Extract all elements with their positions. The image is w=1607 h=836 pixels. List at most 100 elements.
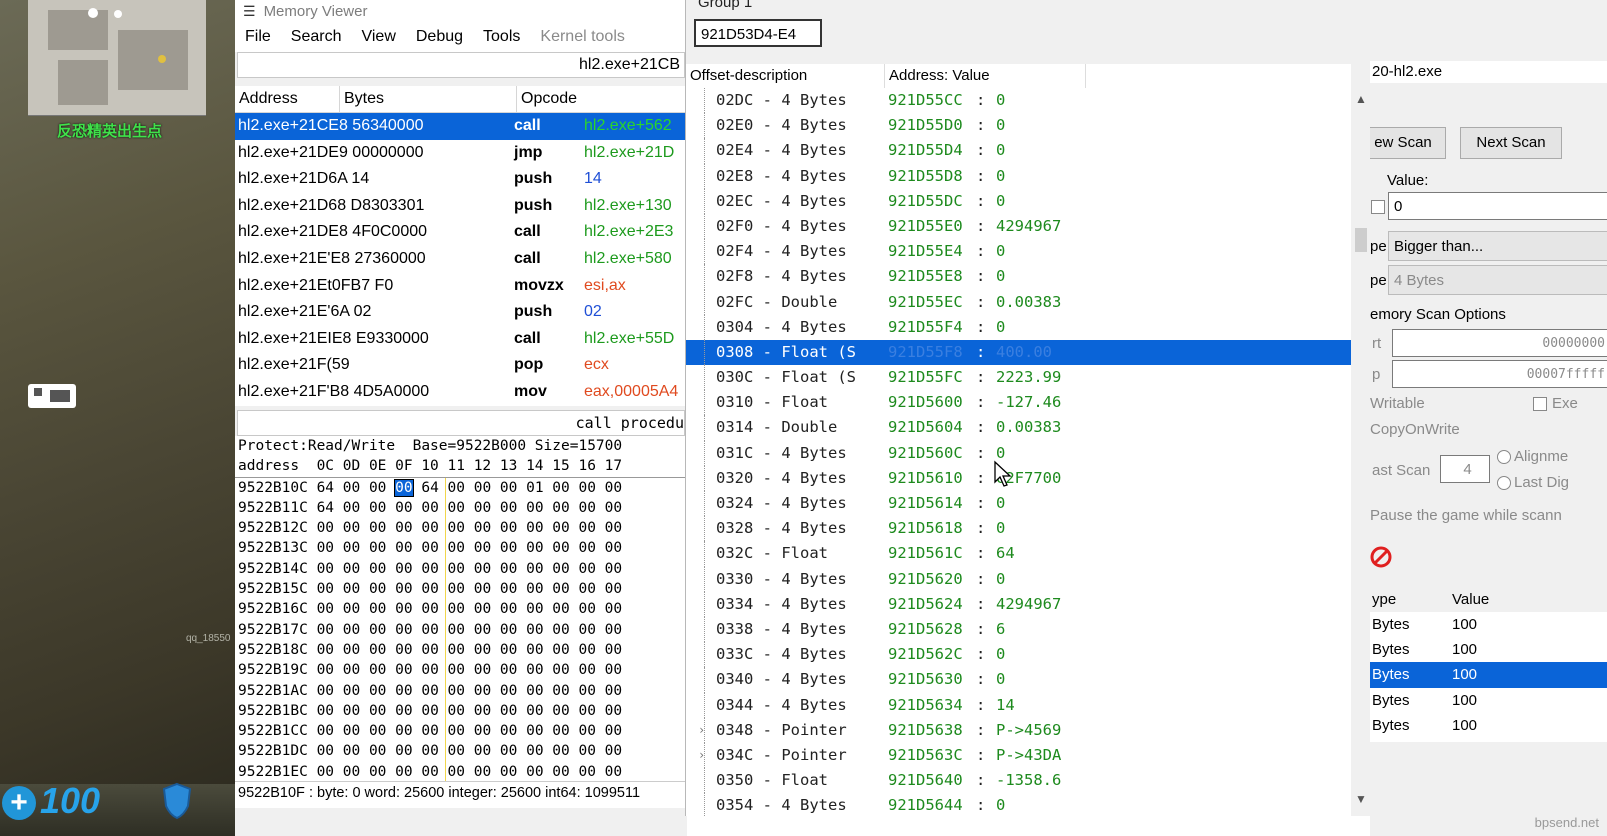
structure-row[interactable]: 031C - 4 Bytes 921D560C:0	[686, 440, 1351, 466]
hex-row[interactable]: 9522B1EC 00 00 00 00 00 00 00 00 00 00 0…	[235, 762, 687, 781]
structure-row[interactable]: 0330 - 4 Bytes 921D5620:0	[686, 566, 1351, 592]
fast-scan-input[interactable]: 4	[1440, 455, 1490, 483]
menu-debug[interactable]: Debug	[406, 28, 473, 46]
structure-scrollbar[interactable]: ▲ ▼	[1351, 88, 1371, 816]
structure-row[interactable]: 02F4 - 4 Bytes 921D55E4:0	[686, 239, 1351, 265]
expand-chevron-icon[interactable]: ›	[698, 718, 705, 743]
hex-row[interactable]: 9522B13C 00 00 00 00 00 00 00 00 00 00 0…	[235, 538, 687, 558]
structure-row[interactable]: 032C - Float 921D561C:64	[686, 541, 1351, 567]
hex-row[interactable]: 9522B14C 00 00 00 00 00 00 00 00 00 00 0…	[235, 559, 687, 579]
address-list-row[interactable]: Bytes 100	[1370, 713, 1607, 738]
disasm-row[interactable]: hl2.exe+21CE8 56340000 call hl2.exe+562	[235, 113, 687, 140]
structure-row[interactable]: 0344 - 4 Bytes 921D5634:14	[686, 692, 1351, 718]
structure-row[interactable]: 0340 - 4 Bytes 921D5630:0	[686, 667, 1351, 693]
hex-selected-byte[interactable]: 00	[394, 478, 414, 497]
structure-row[interactable]: 0354 - 4 Bytes 921D5644:0	[686, 793, 1351, 816]
structure-row[interactable]: 033C - 4 Bytes 921D562C:0	[686, 642, 1351, 668]
disasm-row[interactable]: hl2.exe+21F'B8 4D5A0000 mov eax,00005A4	[235, 378, 687, 406]
structure-row[interactable]: 0304 - 4 Bytes 921D55F4:0	[686, 314, 1351, 340]
hex-rows[interactable]: 9522B10C 64 00 00 00 64 00 00 00 01 00 0…	[235, 478, 687, 781]
hex-checkbox[interactable]	[1371, 200, 1385, 214]
menu-tools[interactable]: Tools	[473, 28, 530, 46]
col-bytes[interactable]: Bytes	[340, 86, 517, 112]
col-type[interactable]: ype	[1370, 588, 1452, 612]
group-address-input[interactable]: 921D53D4-E4	[694, 19, 822, 47]
hex-row[interactable]: 9522B15C 00 00 00 00 00 00 00 00 00 00 0…	[235, 579, 687, 599]
scan-type-dropdown[interactable]: Bigger than...	[1388, 231, 1607, 261]
executable-checkbox[interactable]	[1533, 397, 1547, 411]
structure-row[interactable]: 0324 - 4 Bytes 921D5614:0	[686, 491, 1351, 517]
col-address-value[interactable]: Address: Value	[885, 64, 1086, 88]
disasm-row[interactable]: hl2.exe+21DE9 00000000 jmp hl2.exe+21D	[235, 139, 687, 167]
disasm-row[interactable]: hl2.exe+21D6A 14 push 14	[235, 166, 687, 193]
disasm-row[interactable]: hl2.exe+21F(59 pop ecx	[235, 352, 687, 379]
stop-icon[interactable]	[1370, 546, 1392, 568]
structure-row[interactable]: 02F8 - 4 Bytes 921D55E8:0	[686, 264, 1351, 290]
address-list-row[interactable]: Bytes 100	[1370, 688, 1607, 713]
hex-row[interactable]: 9522B1DC 00 00 00 00 00 00 00 00 00 00 0…	[235, 741, 687, 761]
next-scan-button[interactable]: Next Scan	[1460, 127, 1562, 159]
disasm-row[interactable]: hl2.exe+21Et0FB7 F0 movzx esi,ax	[235, 272, 687, 300]
disasm-row[interactable]: hl2.exe+21DE8 4F0C0000 call hl2.exe+2E3	[235, 219, 687, 246]
hex-row[interactable]: 9522B12C 00 00 00 00 00 00 00 00 00 00 0…	[235, 518, 687, 538]
expand-chevron-icon[interactable]: ›	[698, 743, 705, 768]
disasm-row[interactable]: hl2.exe+21D68 D8303301 push hl2.exe+130	[235, 192, 687, 220]
hex-view[interactable]: Protect:Read/Write Base=9522B000 Size=15…	[235, 436, 687, 781]
address-list[interactable]: Bytes 100 Bytes 100 Bytes 100 Bytes 100 Bytes 100	[1370, 612, 1607, 742]
start-address-input[interactable]: 00000000	[1392, 329, 1607, 357]
structure-row[interactable]: 0314 - Double 921D5604:0.00383	[686, 415, 1351, 441]
hex-row[interactable]: 9522B19C 00 00 00 00 00 00 00 00 00 00 0…	[235, 660, 687, 680]
structure-row[interactable]: 02FC - Double 921D55EC:0.00383	[686, 289, 1351, 315]
structure-row[interactable]: 0328 - 4 Bytes 921D5618:0	[686, 516, 1351, 542]
stop-address-input[interactable]: 00007fffff	[1392, 360, 1607, 388]
structure-row[interactable]: 02E0 - 4 Bytes 921D55D0:0	[686, 113, 1351, 139]
structure-row[interactable]: 02DC - 4 Bytes 921D55CC:0	[686, 88, 1351, 114]
structure-row[interactable]: 0320 - 4 Bytes 921D5610:02F7700	[686, 465, 1351, 491]
last-digits-radio[interactable]	[1497, 476, 1511, 490]
hex-row[interactable]: 9522B1BC 00 00 00 00 00 00 00 00 00 00 0…	[235, 701, 687, 721]
hex-row[interactable]: 9522B10C 64 00 00 00 64 00 00 00 01 00 0…	[235, 478, 687, 498]
hex-row[interactable]: 9522B11C 64 00 00 00 00 00 00 00 00 00 0…	[235, 498, 687, 518]
structure-row[interactable]: 0334 - 4 Bytes 921D5624:4294967	[686, 591, 1351, 617]
structure-row[interactable]: 030C - Float (S 921D55FC:2223.99	[686, 365, 1351, 391]
writable-label[interactable]: Writable	[1370, 395, 1425, 412]
disasm-row[interactable]: hl2.exe+21EIE8 E9330000 call hl2.exe+55D	[235, 325, 687, 353]
address-list-row[interactable]: Bytes 100	[1370, 662, 1607, 688]
scroll-thumb[interactable]	[1355, 228, 1367, 252]
address-list-row[interactable]: Bytes 100	[1370, 637, 1607, 662]
new-scan-button[interactable]: ew Scan	[1370, 127, 1446, 159]
menu-kernel-tools[interactable]: Kernel tools	[530, 28, 635, 46]
col-offset-description[interactable]: Offset-description	[686, 64, 885, 88]
hex-row[interactable]: 9522B1CC 00 00 00 00 00 00 00 00 00 00 0…	[235, 721, 687, 741]
structure-row[interactable]: 0310 - Float 921D5600: -127.46	[686, 390, 1351, 416]
structure-row[interactable]: › 034C - Pointer 921D563C: P->43DA	[686, 742, 1351, 769]
value-type-dropdown[interactable]: 4 Bytes	[1388, 265, 1607, 295]
pause-game-label[interactable]: Pause the game while scann	[1370, 507, 1562, 524]
col-value[interactable]: Value	[1452, 588, 1607, 612]
fast-scan-label[interactable]: ast Scan	[1372, 462, 1430, 479]
disasm-row[interactable]: hl2.exe+21E'E8 27360000 call hl2.exe+580	[235, 245, 687, 273]
disasm-row[interactable]: hl2.exe+21E'6A 02 push 02	[235, 299, 687, 326]
col-opcode[interactable]: Opcode	[517, 86, 687, 112]
scroll-down-icon[interactable]: ▼	[1355, 792, 1367, 806]
hex-row[interactable]: 9522B16C 00 00 00 00 00 00 00 00 00 00 0…	[235, 599, 687, 619]
structure-row[interactable]: 02E4 - 4 Bytes 921D55D4:0	[686, 138, 1351, 164]
alignment-radio[interactable]	[1497, 450, 1511, 464]
structure-row[interactable]: 0350 - Float 921D5640: -1358.6	[686, 768, 1351, 794]
menu-view[interactable]: View	[351, 28, 405, 46]
structure-row[interactable]: 0308 - Float (S 921D55F8:400.00	[686, 339, 1351, 366]
structure-list[interactable]: 02DC - 4 Bytes 921D55CC:0 02E0 - 4 Bytes 92…	[686, 88, 1351, 816]
hex-row[interactable]: 9522B1AC 00 00 00 00 00 00 00 00 00 00 0…	[235, 681, 687, 701]
structure-row[interactable]: 0338 - 4 Bytes 921D5628:6	[686, 616, 1351, 643]
structure-row[interactable]: 02E8 - 4 Bytes 921D55D8:0	[686, 163, 1351, 189]
col-address[interactable]: Address	[235, 86, 340, 112]
menu-search[interactable]: Search	[281, 28, 352, 46]
hex-row[interactable]: 9522B17C 00 00 00 00 00 00 00 00 00 00 0…	[235, 620, 687, 640]
copy-on-write-label[interactable]: CopyOnWrite	[1370, 421, 1460, 438]
disassembler-list[interactable]: hl2.exe+21CE8 56340000 call hl2.exe+562 hl2…	[235, 113, 687, 406]
hex-row[interactable]: 9522B18C 00 00 00 00 00 00 00 00 00 00 0…	[235, 640, 687, 660]
value-input[interactable]: 0	[1388, 192, 1607, 220]
address-list-row[interactable]: Bytes 100	[1370, 612, 1607, 637]
scroll-up-icon[interactable]: ▲	[1355, 92, 1367, 106]
menu-file[interactable]: File	[235, 28, 281, 46]
